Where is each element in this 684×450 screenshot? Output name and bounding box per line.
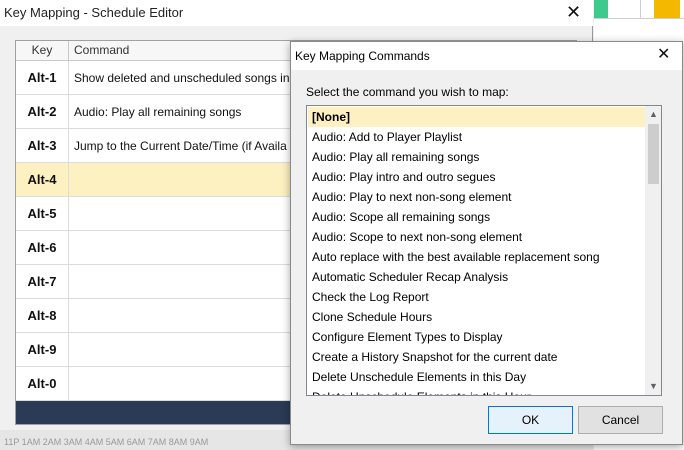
schedule-editor-titlebar: Key Mapping - Schedule Editor ✕ bbox=[0, 0, 593, 26]
list-item[interactable]: Audio: Scope to next non-song element bbox=[308, 227, 645, 247]
list-item[interactable]: Audio: Play intro and outro segues bbox=[308, 167, 645, 187]
key-cell: Alt-2 bbox=[16, 95, 69, 129]
key-mapping-commands-dialog: Key Mapping Commands ✕ Select the comman… bbox=[290, 41, 683, 445]
key-cell: Alt-8 bbox=[16, 299, 69, 333]
timeline-labels: 11P 1AM 2AM 3AM 4AM 5AM 6AM 7AM 8AM 9AM bbox=[4, 437, 209, 447]
list-item[interactable]: Check the Log Report bbox=[308, 287, 645, 307]
command-cell[interactable]: Audio: Play all remaining songs bbox=[74, 95, 241, 129]
list-item[interactable]: Auto replace with the best available rep… bbox=[308, 247, 645, 267]
key-cell: Alt-3 bbox=[16, 129, 69, 163]
command-cell[interactable]: Show deleted and unscheduled songs in bbox=[74, 61, 290, 95]
key-cell: Alt-9 bbox=[16, 333, 69, 367]
scroll-down-icon[interactable]: ▼ bbox=[645, 378, 661, 395]
list-item[interactable]: Clone Schedule Hours bbox=[308, 307, 645, 327]
key-cell: Alt-7 bbox=[16, 265, 69, 299]
list-item[interactable]: Audio: Play to next non-song element bbox=[308, 187, 645, 207]
close-icon[interactable]: ✕ bbox=[566, 2, 581, 22]
ok-button[interactable]: OK bbox=[488, 406, 573, 434]
list-item[interactable]: Audio: Play all remaining songs bbox=[308, 147, 645, 167]
command-listbox[interactable]: [None] Audio: Add to Player Playlist Audio… bbox=[306, 105, 662, 396]
list-item[interactable]: Delete Unschedule Elements in this Day bbox=[308, 367, 645, 387]
vertical-scrollbar[interactable]: ▲ ▼ bbox=[645, 106, 661, 395]
key-cell: Alt-5 bbox=[16, 197, 69, 231]
command-list-items: [None] Audio: Add to Player Playlist Audio… bbox=[308, 107, 645, 395]
list-item[interactable]: Audio: Add to Player Playlist bbox=[308, 127, 645, 147]
scroll-up-icon[interactable]: ▲ bbox=[645, 106, 661, 123]
list-item[interactable]: Configure Element Types to Display bbox=[308, 327, 645, 347]
calendar-cell-green bbox=[594, 0, 608, 18]
column-header-command[interactable]: Command bbox=[74, 41, 129, 61]
list-item[interactable]: Create a History Snapshot for the curren… bbox=[308, 347, 645, 367]
list-item[interactable]: Automatic Scheduler Recap Analysis bbox=[308, 267, 645, 287]
cancel-button[interactable]: Cancel bbox=[578, 406, 663, 434]
list-item[interactable]: [None] bbox=[308, 107, 645, 127]
calendar-gridline bbox=[640, 0, 641, 18]
key-cell: Alt-4 bbox=[16, 163, 69, 197]
schedule-editor-title: Key Mapping - Schedule Editor bbox=[4, 5, 184, 20]
dialog-prompt: Select the command you wish to map: bbox=[306, 85, 509, 99]
key-cell: Alt-0 bbox=[16, 367, 69, 401]
dialog-titlebar: Key Mapping Commands ✕ bbox=[291, 42, 682, 70]
command-cell[interactable]: Jump to the Current Date/Time (if Availa bbox=[74, 129, 287, 163]
scrollbar-thumb[interactable] bbox=[648, 124, 659, 184]
list-item[interactable]: Audio: Scope all remaining songs bbox=[308, 207, 645, 227]
calendar-gridline bbox=[594, 18, 684, 19]
dialog-title: Key Mapping Commands bbox=[295, 49, 430, 63]
column-header-key[interactable]: Key bbox=[16, 41, 69, 61]
close-icon[interactable]: ✕ bbox=[657, 46, 670, 64]
list-item[interactable]: Delete Unschedule Elements in this Hour bbox=[308, 387, 645, 395]
calendar-cell-gold bbox=[654, 0, 680, 18]
key-cell: Alt-1 bbox=[16, 61, 69, 95]
key-cell: Alt-6 bbox=[16, 231, 69, 265]
